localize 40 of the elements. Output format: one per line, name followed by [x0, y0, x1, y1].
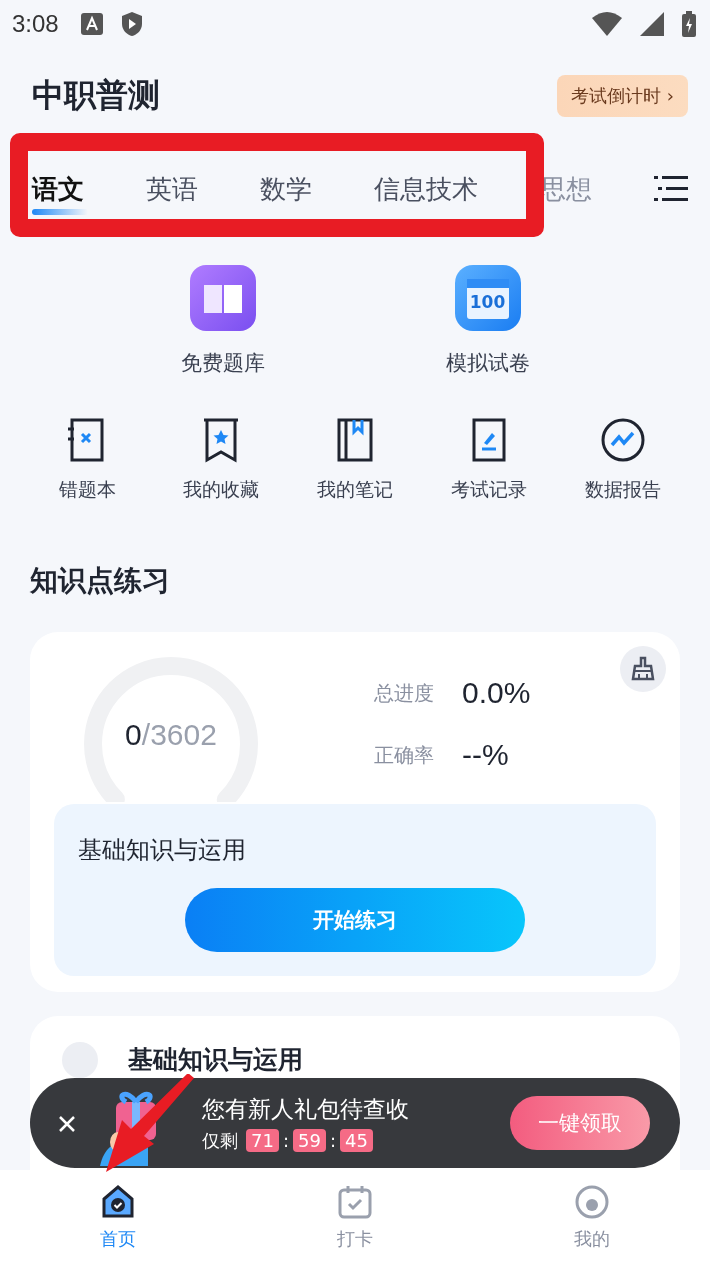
stat-value: --% [462, 738, 509, 772]
timer-digits: 45 [339, 1129, 373, 1152]
book-icon [189, 265, 256, 331]
remaining-label: 仅剩 [202, 1128, 238, 1153]
timer-digits: 71 [246, 1129, 279, 1152]
topic-title: 基础知识与运用 [78, 835, 247, 866]
section-title: 知识点练习 [29, 563, 171, 599]
timer-digits: 59 [293, 1129, 326, 1152]
menu-icon[interactable] [654, 176, 688, 202]
time-separator: : [282, 1130, 289, 1151]
shield-icon [120, 11, 143, 37]
status-time: 3:08 [12, 10, 59, 38]
signal-icon [640, 12, 664, 36]
topic-title: 基础知识与运用 [128, 1044, 303, 1076]
subject-tab[interactable]: 英语 [146, 165, 198, 213]
gift-message: 您有新人礼包待查收 [202, 1094, 409, 1124]
tool-button[interactable]: 我的收藏 [156, 414, 286, 512]
subject-tab[interactable]: 语文 [32, 165, 84, 213]
subject-tab[interactable]: 信息技术 [374, 165, 478, 213]
feature-button[interactable]: 免费题库 [174, 264, 271, 392]
stat-label: 总进度 [374, 679, 434, 707]
stat-label: 正确率 [374, 741, 434, 769]
broom-icon[interactable] [620, 646, 666, 692]
stat-value: 0.0% [462, 676, 531, 710]
progress-count: 0/3602 [124, 718, 218, 752]
battery-icon [682, 11, 696, 37]
tool-button[interactable]: 数据报告 [558, 414, 688, 512]
font-icon [80, 13, 103, 35]
tool-button[interactable]: 考试记录 [424, 414, 554, 512]
wifi-icon [592, 12, 622, 36]
app-title: 中职普测 [32, 75, 160, 116]
score-label: 100 [468, 292, 507, 312]
nav-tab[interactable]: 首页 [0, 1170, 237, 1263]
subject-tab[interactable]: 数学 [260, 165, 312, 213]
calendar-icon [454, 265, 521, 331]
tool-button[interactable]: 错题本 [22, 414, 152, 512]
tool-button[interactable]: 我的笔记 [290, 414, 420, 512]
feature-button[interactable]: 100 模拟试卷 [439, 264, 536, 392]
countdown-button[interactable]: 考试倒计时 › [557, 75, 688, 117]
time-separator: : [329, 1130, 336, 1151]
